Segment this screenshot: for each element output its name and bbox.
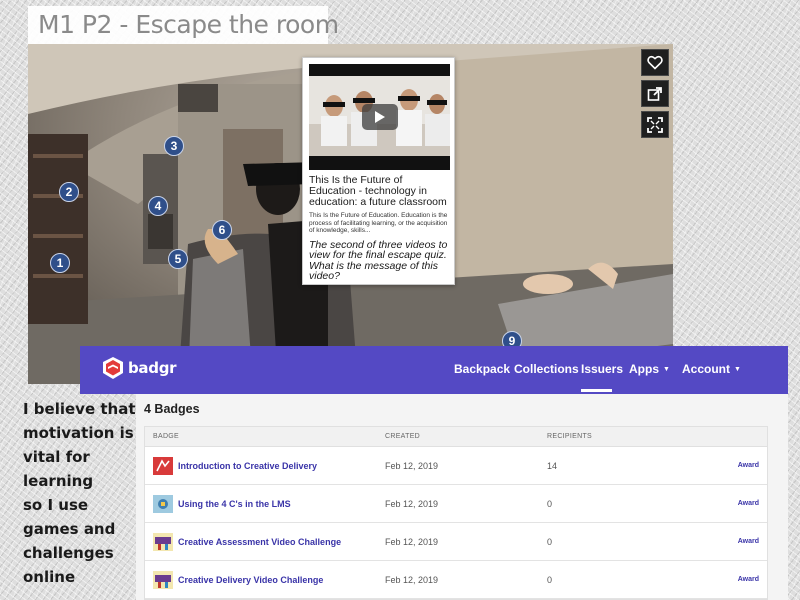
badge-created: Feb 12, 2019 <box>385 499 439 509</box>
hotspot-4[interactable]: 4 <box>148 196 168 216</box>
caret-down-icon: ▼ <box>663 366 670 373</box>
badgr-header: badgr Backpack Collections Issuers Apps ▼… <box>80 346 788 394</box>
caption-line: so I use <box>23 496 89 514</box>
table-row: Creative Assessment Video Challenge Feb … <box>145 523 767 561</box>
badge-created: Feb 12, 2019 <box>385 537 439 547</box>
share-icon <box>647 86 662 101</box>
badge-count: 4 Badges <box>144 402 200 416</box>
column-recipients: RECIPIENTS <box>547 433 593 440</box>
nav-collections[interactable]: Collections <box>514 362 579 376</box>
column-badge: BADGE <box>153 433 180 440</box>
badge-recipients: 0 <box>547 575 553 585</box>
video-title: This Is the Future of Education - techno… <box>309 174 447 208</box>
video-question: The second of three videos to view for t… <box>309 238 448 282</box>
badge-name-link[interactable]: Creative Assessment Video Challenge <box>178 537 341 547</box>
badge-image-icon <box>153 457 173 475</box>
table-row: Using the 4 C's in the LMS Feb 12, 2019 … <box>145 485 767 523</box>
play-icon <box>375 111 385 123</box>
badgr-logo-text: badgr <box>128 359 177 377</box>
award-button[interactable]: Award <box>738 500 759 507</box>
nav-apps-label: Apps <box>629 362 659 376</box>
badge-recipients: 14 <box>547 461 558 471</box>
badge-image-icon <box>153 533 173 551</box>
play-button[interactable] <box>362 104 398 130</box>
nav-account-label: Account <box>682 362 730 376</box>
caption-line: online <box>23 568 76 586</box>
hotspot-1[interactable]: 1 <box>50 253 70 273</box>
badge-created: Feb 12, 2019 <box>385 461 439 471</box>
table-row: Introduction to Creative Delivery Feb 12… <box>145 447 767 485</box>
heart-icon <box>647 55 663 70</box>
video-thumbnail[interactable] <box>309 64 450 170</box>
badge-name-link[interactable]: Using the 4 C's in the LMS <box>178 499 291 509</box>
caption-line: motivation is <box>23 424 134 442</box>
hotspot-2[interactable]: 2 <box>59 182 79 202</box>
video-popup: This Is the Future of Education - techno… <box>302 57 455 285</box>
badge-image-icon <box>153 571 173 589</box>
hotspot-5[interactable]: 5 <box>168 249 188 269</box>
badge-name-link[interactable]: Introduction to Creative Delivery <box>178 461 317 471</box>
page-title: M1 P2 - Escape the room <box>38 10 339 39</box>
share-button[interactable] <box>641 80 669 107</box>
motivation-caption: I believe that motivation is vital for l… <box>23 397 136 589</box>
fullscreen-icon <box>647 116 663 133</box>
table-header: BADGE CREATED RECIPIENTS <box>145 427 767 447</box>
column-created: CREATED <box>385 433 421 440</box>
award-button[interactable]: Award <box>738 462 759 469</box>
nav-account[interactable]: Account ▼ <box>682 362 741 376</box>
badgr-logo[interactable]: badgr <box>102 356 177 380</box>
caret-down-icon: ▼ <box>734 366 741 373</box>
caption-line: challenges <box>23 544 114 562</box>
badges-table: BADGE CREATED RECIPIENTS Introduction to… <box>144 426 768 600</box>
fullscreen-button[interactable] <box>641 111 669 138</box>
badge-recipients: 0 <box>547 537 553 547</box>
nav-issuers[interactable]: Issuers <box>581 362 623 376</box>
table-row: Creative Delivery Video Challenge Feb 12… <box>145 561 767 599</box>
award-button[interactable]: Award <box>738 576 759 583</box>
title-bar: M1 P2 - Escape the room <box>28 6 339 44</box>
hotspot-6[interactable]: 6 <box>212 220 232 240</box>
caption-line: games and <box>23 520 116 538</box>
award-button[interactable]: Award <box>738 538 759 545</box>
active-tab-indicator <box>581 389 612 392</box>
caption-line: I believe that <box>23 400 136 418</box>
badge-name-link[interactable]: Creative Delivery Video Challenge <box>178 575 323 585</box>
video-description: This Is the Future of Education. Educati… <box>309 212 448 234</box>
hotspot-3[interactable]: 3 <box>164 136 184 156</box>
favorite-button[interactable] <box>641 49 669 76</box>
nav-backpack[interactable]: Backpack <box>454 362 510 376</box>
badge-recipients: 0 <box>547 499 553 509</box>
caption-line: learning <box>23 472 94 490</box>
nav-apps[interactable]: Apps ▼ <box>629 362 670 376</box>
badge-image-icon <box>153 495 173 513</box>
badgr-shield-icon <box>103 357 123 379</box>
caption-line: vital for <box>23 448 90 466</box>
badge-created: Feb 12, 2019 <box>385 575 439 585</box>
